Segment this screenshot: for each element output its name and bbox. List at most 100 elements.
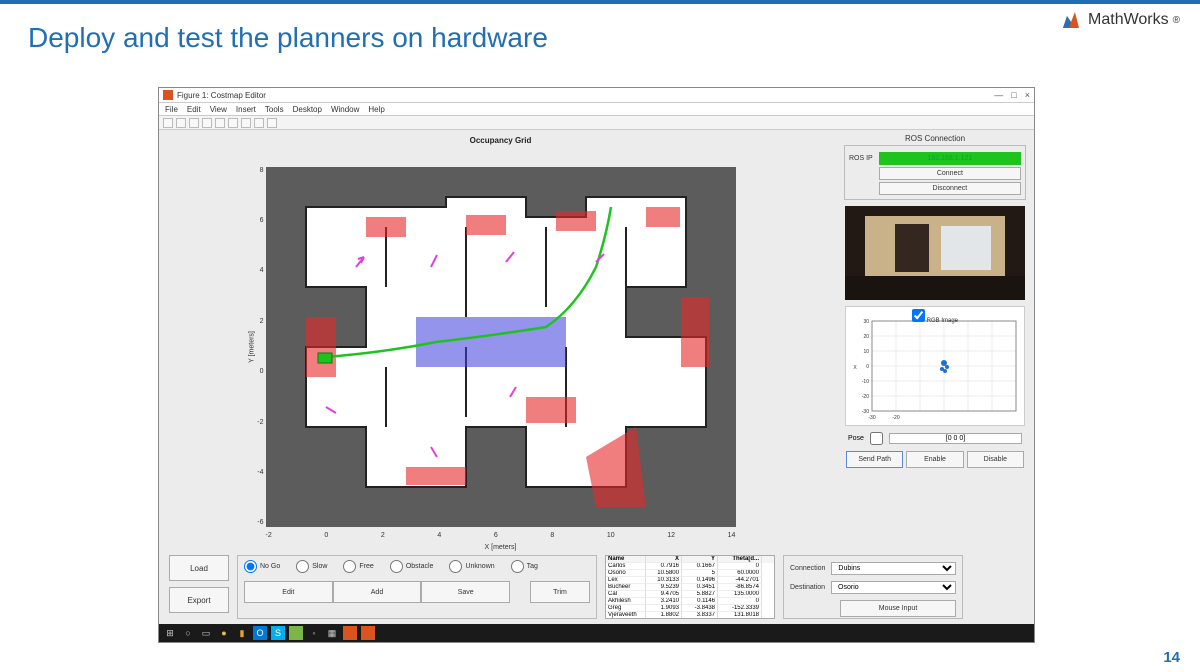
svg-text:-20: -20 (862, 394, 869, 400)
menu-window[interactable]: Window (331, 105, 359, 114)
radio-free[interactable]: Free (343, 560, 373, 573)
windows-taskbar[interactable]: ⊞ ○ ▭ ● ▮ O S ◦ ▦ (159, 624, 1034, 642)
skype-icon[interactable]: S (271, 626, 285, 640)
x-axis-label: X [meters] (485, 544, 517, 551)
connect-button[interactable]: Connect (879, 167, 1021, 180)
svg-text:20: 20 (863, 334, 869, 340)
table-row[interactable]: Akhilesh3.24100.11460 (606, 598, 774, 605)
toolbar-icon[interactable] (228, 118, 238, 128)
ppt-icon[interactable] (361, 626, 375, 640)
table-row[interactable]: Carlos0.79160.16670 (606, 563, 774, 570)
enable-button[interactable]: Enable (906, 451, 963, 468)
table-row[interactable]: Vjeraveeth1.88023.8337131.8018 (606, 612, 774, 619)
menu-view[interactable]: View (210, 105, 227, 114)
menu-help[interactable]: Help (368, 105, 384, 114)
toolbar (159, 116, 1034, 130)
edit-button[interactable]: Edit (244, 581, 333, 603)
toolbar-icon[interactable] (215, 118, 225, 128)
svg-text:10: 10 (863, 349, 869, 355)
svg-text:-10: -10 (862, 379, 869, 385)
mathworks-icon (1060, 8, 1084, 32)
start-icon[interactable]: ⊞ (163, 626, 177, 640)
table-row[interactable]: Cal9.47055.8827135.0000 (606, 591, 774, 598)
plot-title: Occupancy Grid (470, 136, 532, 145)
app-icon[interactable] (289, 626, 303, 640)
connection-label: Connection (790, 565, 825, 572)
chrome-icon[interactable]: ● (217, 626, 231, 640)
slide-title: Deploy and test the planners on hardware (28, 22, 548, 54)
matlab-icon[interactable] (343, 626, 357, 640)
destination-select[interactable]: Osorio (831, 581, 956, 594)
radio-unknown[interactable]: Unknown (449, 560, 494, 573)
svg-text:-20: -20 (892, 415, 899, 421)
occupancy-grid-plot[interactable]: Occupancy Grid Y [meters] X [meters] 864… (159, 130, 842, 549)
trim-button[interactable]: Trim (530, 581, 590, 603)
rgb-scatter-plot[interactable]: RGB Image 3020100-10-20-30 -30-20 X (845, 306, 1025, 426)
destination-panel: Connection Dubins Destination Osorio Mou… (783, 555, 963, 619)
x-ticks: -202468101214 (266, 532, 736, 539)
y-ticks: 86420-2-4-6 (252, 167, 264, 527)
table-row[interactable]: Bucheer9.52390.3451-86.8574 (606, 584, 774, 591)
close-button[interactable]: × (1025, 90, 1030, 100)
radio-obstacle[interactable]: Obstacle (390, 560, 434, 573)
toolbar-icon[interactable] (254, 118, 264, 128)
app-icon (163, 90, 173, 100)
mouse-input-button[interactable]: Mouse Input (840, 600, 956, 617)
minimize-button[interactable]: — (994, 90, 1003, 100)
toolbar-icon[interactable] (176, 118, 186, 128)
add-button[interactable]: Add (333, 581, 422, 603)
menu-insert[interactable]: Insert (236, 105, 256, 114)
table-row[interactable]: Lex10.31330.1496-44.2701 (606, 577, 774, 584)
radio-nogo[interactable]: No Go (244, 560, 280, 573)
outlook-icon[interactable]: O (253, 626, 267, 640)
menubar[interactable]: File Edit View Insert Tools Desktop Wind… (159, 103, 1034, 116)
svg-text:0: 0 (866, 364, 869, 370)
menu-edit[interactable]: Edit (187, 105, 201, 114)
ros-ip-label: ROS IP (849, 155, 873, 162)
disconnect-button[interactable]: Disconnect (879, 182, 1021, 195)
rgb-image-checkbox[interactable] (912, 309, 925, 322)
radio-slow[interactable]: Slow (296, 560, 327, 573)
ros-section-title: ROS Connection (844, 134, 1026, 143)
menu-tools[interactable]: Tools (265, 105, 284, 114)
mathworks-logo: MathWorks® (1060, 8, 1180, 32)
edit-mode-panel: No Go Slow Free Obstacle Unknown Tag Edi… (237, 555, 597, 619)
save-button[interactable]: Save (421, 581, 510, 603)
taskview-icon[interactable]: ▭ (199, 626, 213, 640)
occupancy-map[interactable] (266, 167, 736, 527)
svg-text:X: X (853, 365, 857, 371)
toolbar-icon[interactable] (189, 118, 199, 128)
pose-label: Pose (848, 435, 864, 442)
menu-file[interactable]: File (165, 105, 178, 114)
toolbar-icon[interactable] (163, 118, 173, 128)
pose-value[interactable]: [0 0 0] (889, 433, 1022, 444)
destination-label: Destination (790, 584, 825, 591)
toolbar-icon[interactable] (267, 118, 277, 128)
search-icon[interactable]: ○ (181, 626, 195, 640)
connection-select[interactable]: Dubins (831, 562, 956, 575)
toolbar-icon[interactable] (241, 118, 251, 128)
app-icon[interactable]: ◦ (307, 626, 321, 640)
explorer-icon[interactable]: ▮ (235, 626, 249, 640)
svg-text:-30: -30 (868, 415, 875, 421)
toolbar-icon[interactable] (202, 118, 212, 128)
page-number: 14 (1163, 649, 1180, 666)
maximize-button[interactable]: □ (1011, 90, 1016, 100)
ros-ip-field[interactable]: 192.168.1.121 (879, 152, 1021, 165)
ros-connection-panel: ROS IP 192.168.1.121 Connect Disconnect (844, 145, 1026, 200)
export-button[interactable]: Export (169, 587, 229, 613)
titlebar: Figure 1: Costmap Editor — □ × (159, 88, 1034, 103)
radio-tag[interactable]: Tag (511, 560, 538, 573)
disable-button[interactable]: Disable (967, 451, 1024, 468)
waypoint-table[interactable]: NameXYTheta[d... Carlos0.79160.16670Osor… (605, 555, 775, 619)
table-row[interactable]: Osorio10.5800560.0000 (606, 570, 774, 577)
costmap-editor-window: Figure 1: Costmap Editor — □ × File Edit… (158, 87, 1035, 643)
load-button[interactable]: Load (169, 555, 229, 581)
pose-checkbox[interactable] (870, 432, 883, 445)
menu-desktop[interactable]: Desktop (293, 105, 322, 114)
camera-feed (845, 206, 1025, 300)
table-row[interactable]: Greg1.9093-3.8438-152.3339 (606, 605, 774, 612)
send-path-button[interactable]: Send Path (846, 451, 903, 468)
app-icon[interactable]: ▦ (325, 626, 339, 640)
svg-text:30: 30 (863, 319, 869, 325)
